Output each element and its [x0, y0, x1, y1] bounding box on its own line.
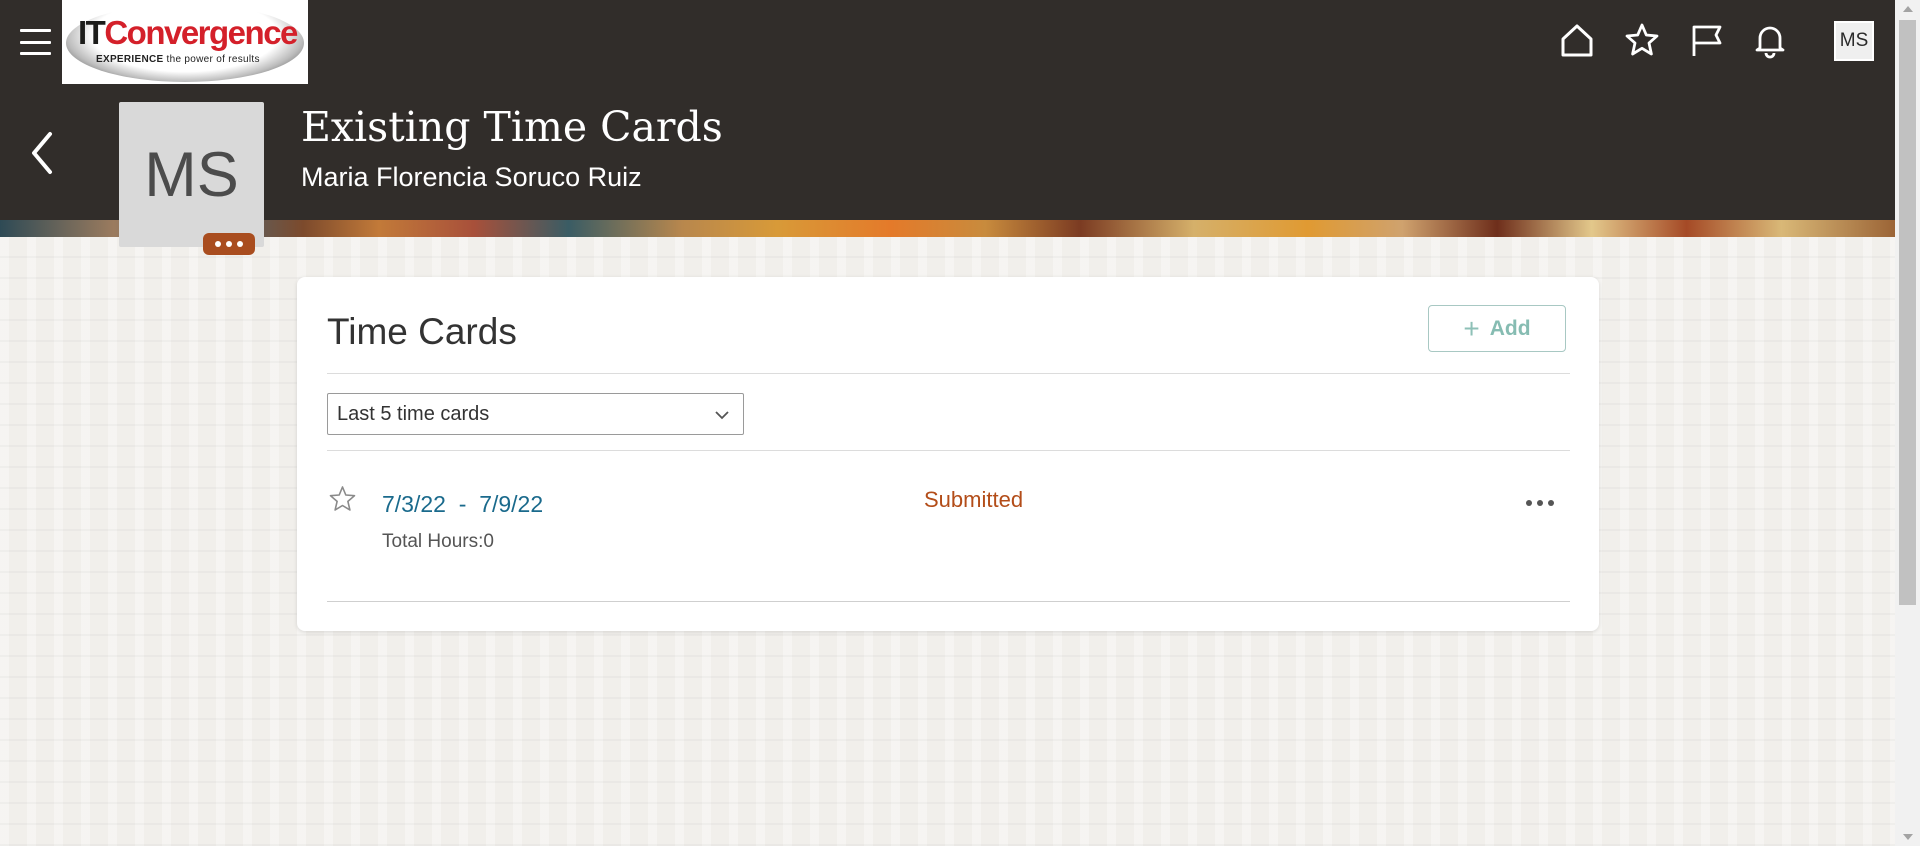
notifications-bell-icon[interactable] [1750, 20, 1790, 60]
home-icon[interactable] [1557, 20, 1597, 60]
scrollbar-thumb[interactable] [1899, 20, 1916, 605]
user-menu-avatar[interactable]: MS [1834, 21, 1874, 61]
panel-title: Time Cards [327, 311, 517, 352]
time-cards-panel: Time Cards + Add Last 5 time cards 7/3/2… [297, 277, 1599, 631]
status-badge: Submitted [924, 487, 1024, 512]
scroll-up-arrow[interactable] [1903, 6, 1913, 12]
avatar-actions-button[interactable] [203, 233, 255, 255]
back-chevron-icon[interactable] [26, 128, 58, 178]
person-name: Maria Florencia Soruco Ruiz [301, 162, 642, 192]
page-title: Existing Time Cards [301, 103, 723, 151]
add-button-label: Add [1489, 316, 1531, 340]
total-hours: Total Hours:0 [382, 531, 494, 552]
favorites-star-icon[interactable] [1622, 20, 1662, 60]
chevron-down-icon [715, 411, 729, 420]
divider [327, 373, 1570, 374]
company-logo[interactable]: ITConvergence EXPERIENCE the power of re… [62, 0, 308, 84]
divider [327, 601, 1570, 602]
scroll-down-arrow[interactable] [1903, 834, 1913, 840]
row-actions-more-icon[interactable] [1526, 495, 1554, 511]
filter-selected-value: Last 5 time cards [337, 402, 490, 425]
time-card-period-link[interactable]: 7/3/22 - 7/9/22 [382, 491, 543, 518]
logo-brand-text: ITConvergence [78, 14, 298, 51]
divider [327, 450, 1570, 451]
person-avatar: MS [119, 102, 264, 247]
add-time-card-button[interactable]: + Add [1428, 305, 1566, 352]
global-header: ITConvergence EXPERIENCE the power of re… [0, 0, 1895, 220]
decorative-banner [0, 220, 1895, 237]
hamburger-menu-icon[interactable] [20, 27, 51, 57]
plus-icon: + [1463, 312, 1480, 344]
page-scrollbar[interactable] [1895, 0, 1920, 846]
logo-tagline: EXPERIENCE the power of results [96, 54, 260, 65]
flag-icon[interactable] [1686, 20, 1726, 60]
time-card-filter-select[interactable]: Last 5 time cards [327, 393, 744, 435]
favorite-star-icon[interactable] [327, 484, 358, 515]
